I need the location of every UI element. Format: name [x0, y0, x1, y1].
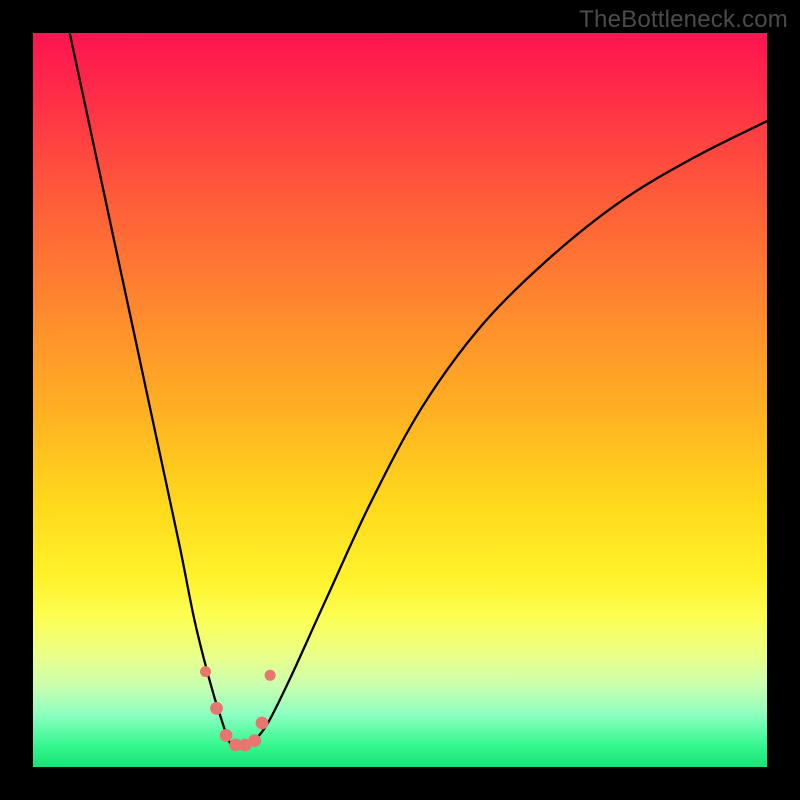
- highlight-dot: [256, 717, 269, 730]
- highlight-dot: [248, 734, 261, 747]
- curve-svg: [33, 33, 767, 767]
- highlight-dot: [220, 729, 233, 742]
- watermark-text: TheBottleneck.com: [579, 6, 788, 34]
- highlight-dot: [200, 666, 211, 677]
- bottleneck-curve: [70, 33, 767, 747]
- plot-area: [33, 33, 767, 767]
- highlight-dots: [200, 666, 276, 751]
- highlight-dot: [210, 702, 223, 715]
- chart-frame: TheBottleneck.com: [0, 0, 800, 800]
- highlight-dot: [265, 670, 276, 681]
